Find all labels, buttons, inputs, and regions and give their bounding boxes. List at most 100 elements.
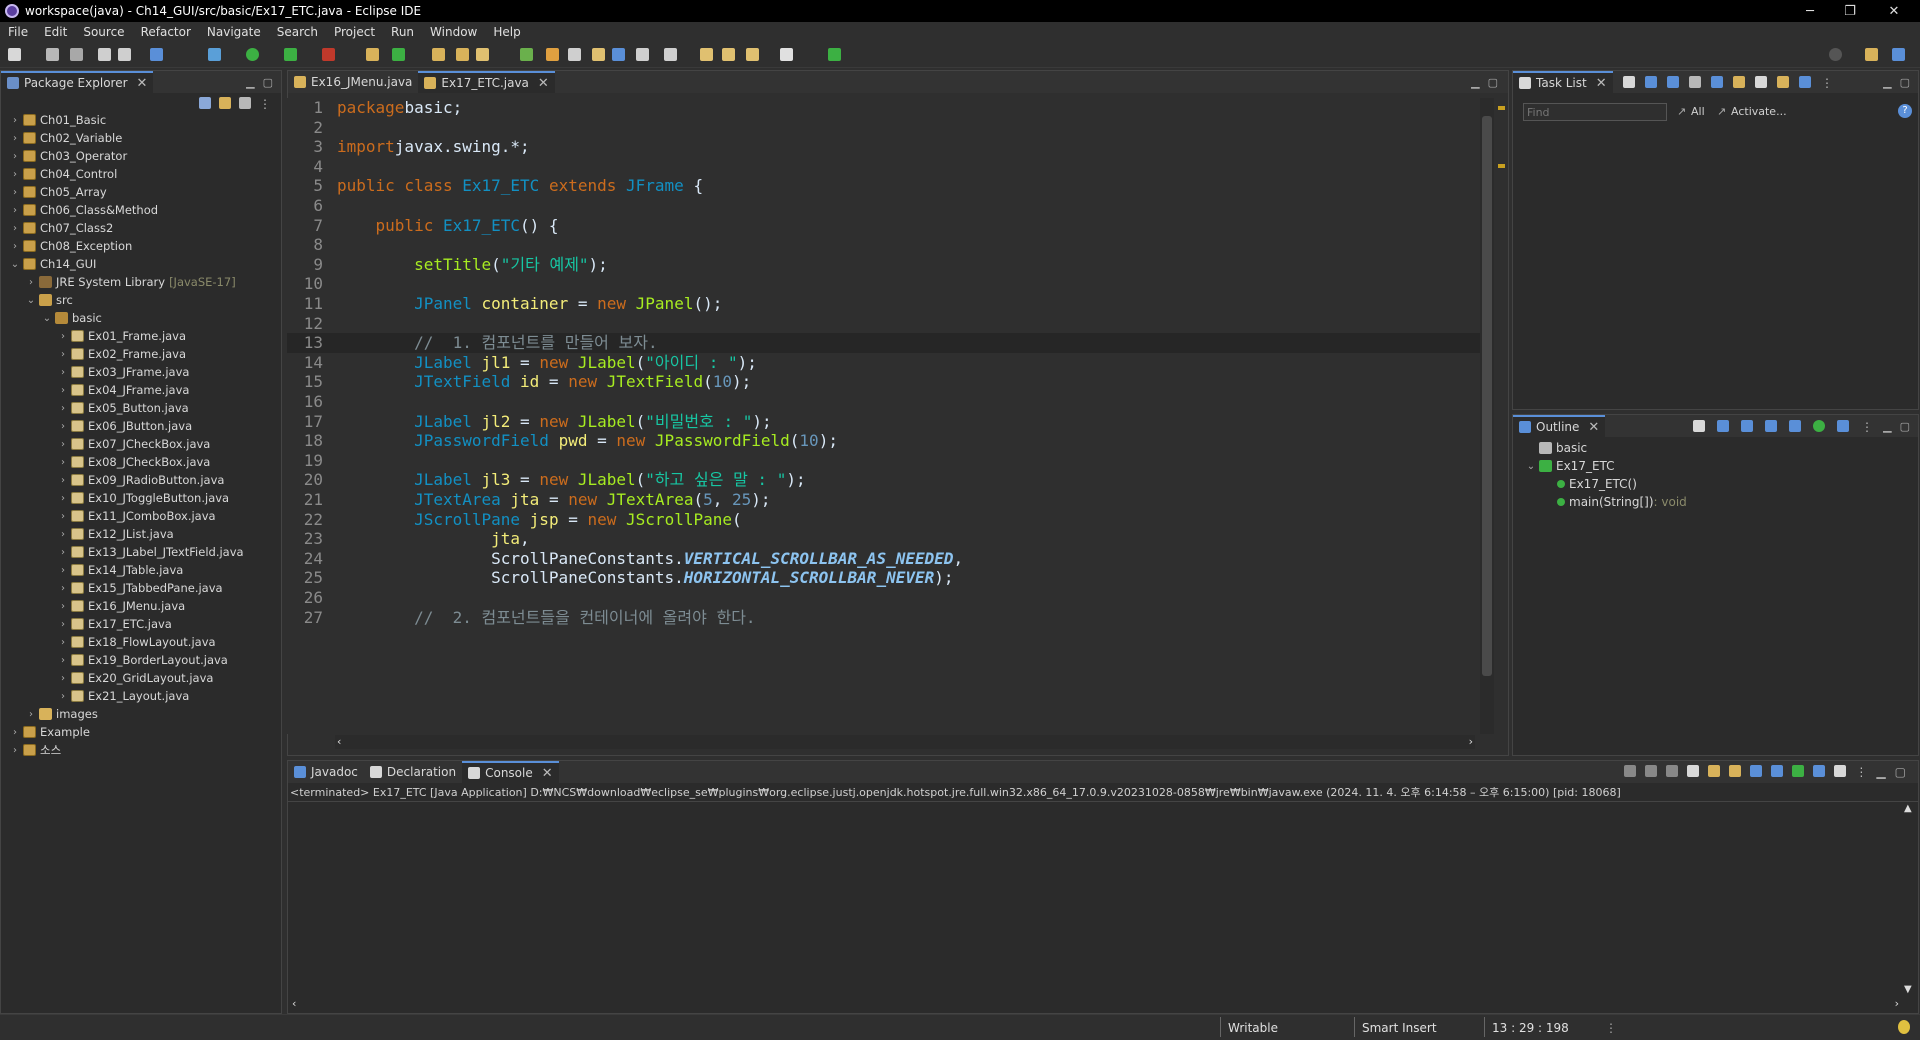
tree-item[interactable]: › Ex13_JLabel_JTextField.java [1, 543, 281, 561]
code-line[interactable]: 15 JTextField id = new JTextField(10); [287, 372, 1480, 392]
task-repo-icon[interactable] [1777, 76, 1789, 88]
chevron-right-icon[interactable]: › [57, 673, 69, 684]
menu-run[interactable]: Run [383, 25, 422, 39]
new-icon[interactable] [8, 48, 21, 61]
terminate-icon[interactable] [1624, 765, 1637, 777]
code-line[interactable]: 21 JTextArea jta = new JTextArea(5, 25); [287, 490, 1480, 510]
display-console-icon[interactable] [1813, 765, 1826, 777]
status-insert-mode[interactable]: Smart Insert [1362, 1021, 1437, 1035]
chevron-right-icon[interactable]: › [57, 385, 69, 396]
menu-navigate[interactable]: Navigate [199, 25, 269, 39]
chevron-right-icon[interactable]: › [57, 583, 69, 594]
minimize-view-icon[interactable]: ▁ [1883, 76, 1891, 89]
tab-javadoc[interactable]: Javadoc [288, 761, 364, 783]
chevron-right-icon[interactable]: › [57, 511, 69, 522]
chevron-right-icon[interactable]: › [57, 547, 69, 558]
show-on-output-icon[interactable] [1750, 765, 1763, 777]
view-menu-icon[interactable]: ⋮ [259, 97, 271, 111]
chevron-right-icon[interactable]: › [57, 403, 69, 414]
tree-item[interactable]: › Ex06_JButton.java [1, 417, 281, 435]
maximize-view-icon[interactable]: ▢ [1900, 76, 1910, 89]
chevron-right-icon[interactable]: › [9, 151, 21, 162]
outline-item[interactable]: basic [1517, 439, 1918, 457]
status-menu-icon[interactable]: ⋮ [1605, 1021, 1617, 1035]
tab-console[interactable]: Console ✕ [462, 761, 559, 783]
hide-static-icon[interactable] [1765, 420, 1777, 432]
save-icon[interactable] [46, 48, 59, 61]
status-cursor-position[interactable]: 13 : 29 : 198 [1492, 1021, 1569, 1035]
tree-item[interactable]: › Ex03_JFrame.java [1, 363, 281, 381]
focus-icon[interactable] [1689, 76, 1701, 88]
tab-ex17-etc-java[interactable]: Ex17_ETC.java ✕ [418, 71, 555, 93]
tab-package-explorer[interactable]: Package Explorer ✕ [1, 71, 154, 93]
chevron-right-icon[interactable]: › [25, 277, 37, 288]
menu-edit[interactable]: Edit [36, 25, 75, 39]
presentation-icon[interactable] [1799, 76, 1811, 88]
tree-item[interactable]: › Ch08_Exception [1, 237, 281, 255]
menu-window[interactable]: Window [422, 25, 485, 39]
coverage-icon[interactable] [284, 48, 297, 61]
chevron-right-icon[interactable]: › [9, 205, 21, 216]
toggle-mark-icon[interactable] [520, 48, 533, 61]
code-line[interactable]: 16 [287, 392, 1480, 412]
synchronize-icon[interactable] [1755, 76, 1767, 88]
link-outline-icon[interactable] [1837, 420, 1849, 432]
tab-outline[interactable]: Outline ✕ [1513, 415, 1606, 437]
chevron-right-icon[interactable]: › [57, 565, 69, 576]
outline-view-menu-icon[interactable]: ⋮ [1861, 420, 1873, 434]
minimize-view-icon[interactable]: ▁ [1876, 765, 1885, 779]
chevron-right-icon[interactable]: › [57, 475, 69, 486]
tree-item[interactable]: › Ex14_JTable.java [1, 561, 281, 579]
filter-icon[interactable] [239, 97, 251, 109]
chevron-right-icon[interactable]: › [9, 745, 21, 756]
code-line[interactable]: 19 [287, 451, 1480, 471]
show-whitespace-icon[interactable] [568, 48, 581, 61]
debug-icon[interactable] [208, 48, 221, 61]
code-line[interactable]: 3 importjavax.swing.*; [287, 137, 1480, 157]
menu-help[interactable]: Help [485, 25, 528, 39]
new-task-icon[interactable] [1623, 76, 1635, 88]
code-line[interactable]: 5 public class Ex17_ETC extends JFrame { [287, 176, 1480, 196]
code-line[interactable]: 4 [287, 157, 1480, 177]
close-icon[interactable]: ✕ [137, 76, 148, 91]
menu-search[interactable]: Search [269, 25, 326, 39]
collapse-tasks-icon[interactable] [1733, 76, 1745, 88]
overview-marker[interactable] [1498, 164, 1505, 168]
tree-item[interactable]: ⌄ basic [1, 309, 281, 327]
terminal-icon[interactable] [150, 48, 163, 61]
chevron-right-icon[interactable]: › [57, 619, 69, 630]
tab-declaration[interactable]: Declaration [364, 761, 462, 783]
close-icon[interactable]: ✕ [1588, 420, 1599, 435]
tree-item[interactable]: › Ex12_JList.java [1, 525, 281, 543]
redo-icon[interactable] [118, 48, 131, 61]
tree-item[interactable]: › Ch07_Class2 [1, 219, 281, 237]
tree-item[interactable]: › JRE System Library [JavaSE-17] [1, 273, 281, 291]
tree-item[interactable]: › 소스 [1, 741, 281, 759]
chevron-right-icon[interactable]: › [57, 493, 69, 504]
code-line[interactable]: 18 JPasswordField pwd = new JPasswordFie… [287, 431, 1480, 451]
tree-item[interactable]: › Ex17_ETC.java [1, 615, 281, 633]
scroll-left-icon[interactable]: ‹ [292, 997, 296, 1010]
tree-item[interactable]: › Ex19_BorderLayout.java [1, 651, 281, 669]
task-activate-link[interactable]: Activate... [1731, 105, 1787, 118]
tree-item[interactable]: › Ex21_Layout.java [1, 687, 281, 705]
code-editor[interactable]: 1 packagebasic; 2 3 importjavax.swing.*; 4 5 pu… [287, 98, 1480, 734]
hide-nonpublic-icon[interactable] [1789, 420, 1801, 432]
help-icon[interactable]: ? [1898, 104, 1912, 118]
tree-item[interactable]: › Ex08_JCheckBox.java [1, 453, 281, 471]
tree-item[interactable]: › Ex02_Frame.java [1, 345, 281, 363]
code-line[interactable]: 24 ScrollPaneConstants.VERTICAL_SCROLLBA… [287, 549, 1480, 569]
tab-task-list[interactable]: Task List ✕ [1513, 71, 1613, 93]
maximize-view-icon[interactable]: ▢ [1895, 765, 1906, 779]
tree-item[interactable]: › Ex01_Frame.java [1, 327, 281, 345]
back-icon[interactable] [746, 48, 759, 61]
chevron-down-icon[interactable]: ⌄ [41, 313, 53, 324]
minimize-editor-icon[interactable]: ▁ [1471, 76, 1479, 89]
tree-item[interactable]: › Ex04_JFrame.java [1, 381, 281, 399]
scroll-lock-icon[interactable] [1708, 765, 1721, 777]
remove-launch-icon[interactable] [1645, 765, 1658, 777]
chevron-right-icon[interactable]: › [25, 709, 37, 720]
pilcrow-icon[interactable] [612, 48, 625, 61]
tree-item[interactable]: › images [1, 705, 281, 723]
code-line[interactable]: 26 [287, 588, 1480, 608]
